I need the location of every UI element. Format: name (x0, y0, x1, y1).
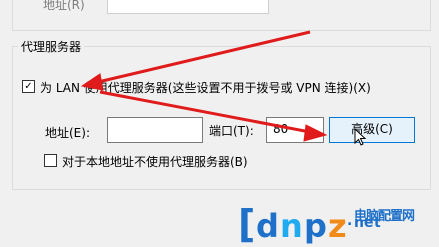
mouse-cursor-icon (354, 128, 367, 146)
arrow-to-checkbox-line (97, 30, 311, 84)
watermark-bracket-icon: [ (238, 202, 256, 246)
watermark-letter-d: d (256, 207, 279, 245)
arrow-to-checkbox-head (80, 73, 104, 91)
watermark-letter-p: p (304, 207, 327, 245)
watermark-letter-z: z (328, 207, 347, 245)
arrow-to-button-line (99, 90, 311, 134)
arrow-to-button-head (303, 124, 328, 142)
watermark-dot: . (347, 213, 353, 229)
watermark-letter-n: n (280, 207, 303, 245)
watermark-logo: [ d n p z . n e t 电脑配置网 (238, 203, 438, 247)
watermark-text: 电脑配置网 (354, 209, 415, 224)
